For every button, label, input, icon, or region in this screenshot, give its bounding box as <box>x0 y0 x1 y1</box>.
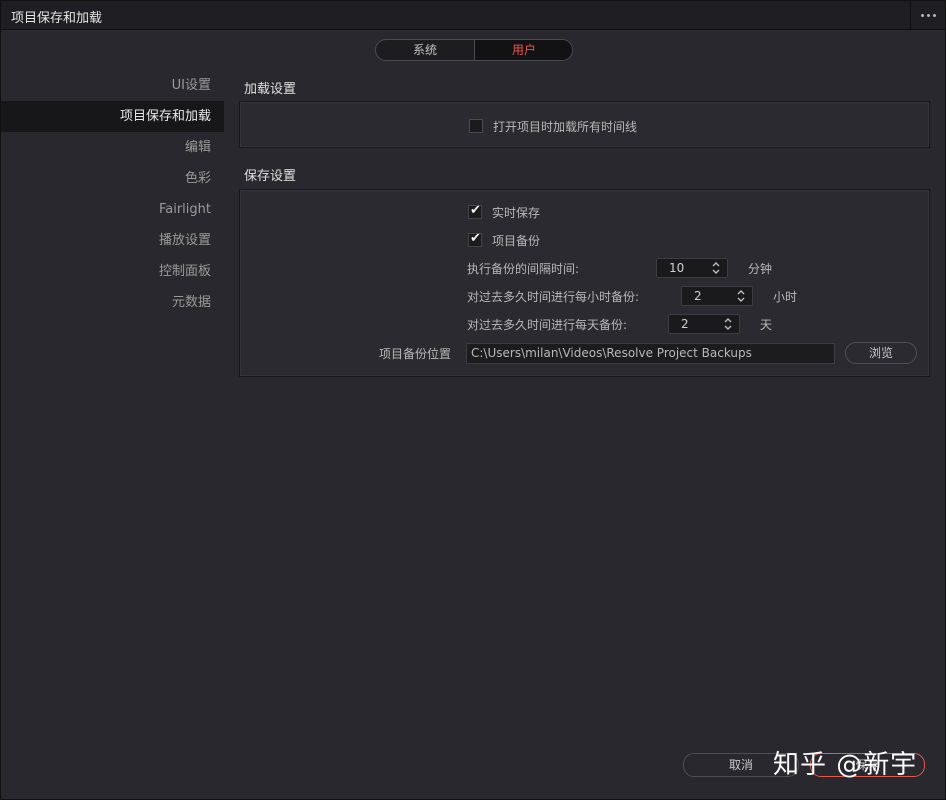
sidebar-item-project-save-load[interactable]: 项目保存和加载 <box>1 101 224 132</box>
daily-backup-label: 对过去多久时间进行每天备份: <box>467 318 628 332</box>
hourly-backup-stepper[interactable]: 2 <box>681 286 753 306</box>
title-bar: 项目保存和加载 <box>1 1 945 30</box>
sidebar-item-playback[interactable]: 播放设置 <box>1 225 224 256</box>
sidebar-item-control-panels[interactable]: 控制面板 <box>1 256 224 287</box>
tab-user[interactable]: 用户 <box>475 40 572 60</box>
checkmark-icon: ✔ <box>470 203 481 218</box>
live-save-label: 实时保存 <box>492 206 541 220</box>
sidebar-item-color[interactable]: 色彩 <box>1 163 224 194</box>
hourly-backup-unit: 小时 <box>773 290 798 304</box>
daily-backup-value: 2 <box>681 317 689 331</box>
open-all-timelines-checkbox[interactable] <box>469 119 483 133</box>
backup-interval-unit: 分钟 <box>748 262 773 276</box>
window-title: 项目保存和加载 <box>11 11 103 26</box>
daily-backup-stepper[interactable]: 2 <box>668 314 740 334</box>
backup-location-value: C:\Users\milan\Videos\Resolve Project Ba… <box>471 346 752 360</box>
stepper-arrows-icon[interactable] <box>736 288 746 304</box>
tab-system[interactable]: 系统 <box>376 40 475 60</box>
watermark: 知乎 @新宇 <box>773 750 918 780</box>
hourly-backup-value: 2 <box>694 289 702 303</box>
backup-location-input[interactable]: C:\Users\milan\Videos\Resolve Project Ba… <box>466 343 835 364</box>
load-settings-panel: 打开项目时加载所有时间线 <box>239 101 930 148</box>
more-options-icon[interactable] <box>910 1 945 29</box>
backup-interval-stepper[interactable]: 10 <box>656 258 728 278</box>
live-save-checkbox[interactable]: ✔ <box>468 203 482 219</box>
stepper-arrows-icon[interactable] <box>723 316 733 332</box>
backup-interval-value: 10 <box>669 261 685 275</box>
project-backup-label: 项目备份 <box>492 234 541 248</box>
sidebar-item-ui-settings[interactable]: UI设置 <box>1 70 224 101</box>
backup-interval-label: 执行备份的间隔时间: <box>467 262 580 276</box>
load-settings-title: 加载设置 <box>244 82 297 97</box>
settings-tabs: 系统 用户 <box>375 39 573 61</box>
open-all-timelines-label: 打开项目时加载所有时间线 <box>493 120 638 134</box>
save-settings-title: 保存设置 <box>244 169 297 184</box>
backup-location-label: 项目备份位置 <box>379 347 452 361</box>
sidebar: UI设置 项目保存和加载 编辑 色彩 Fairlight 播放设置 控制面板 元… <box>1 70 224 318</box>
checkmark-icon: ✔ <box>470 231 481 246</box>
project-backup-checkbox[interactable]: ✔ <box>468 231 482 247</box>
sidebar-item-metadata[interactable]: 元数据 <box>1 287 224 318</box>
browse-button[interactable]: 浏览 <box>845 342 917 364</box>
sidebar-item-edit[interactable]: 编辑 <box>1 132 224 163</box>
sidebar-item-fairlight[interactable]: Fairlight <box>1 194 224 225</box>
daily-backup-unit: 天 <box>760 318 773 332</box>
hourly-backup-label: 对过去多久时间进行每小时备份: <box>467 290 640 304</box>
stepper-arrows-icon[interactable] <box>711 260 721 276</box>
